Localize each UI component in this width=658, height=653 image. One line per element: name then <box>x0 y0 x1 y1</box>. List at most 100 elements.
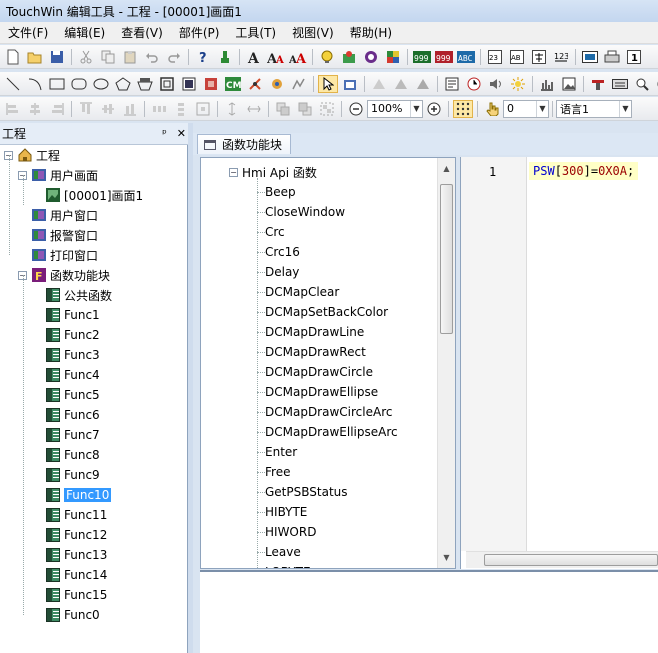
triangle-shade-icon[interactable] <box>413 75 433 93</box>
ellipse-tool-icon[interactable] <box>91 75 111 93</box>
ascii-keypad-icon[interactable]: AB <box>507 48 527 66</box>
gear-mix-icon[interactable] <box>267 75 287 93</box>
palette-icon[interactable] <box>383 48 403 66</box>
light-icon[interactable] <box>508 75 528 93</box>
part-library-icon[interactable] <box>339 48 359 66</box>
menu-item[interactable]: 部件(P) <box>171 24 228 41</box>
valve-icon[interactable] <box>588 75 608 93</box>
align-right-icon[interactable] <box>47 100 67 118</box>
cut-icon[interactable] <box>76 48 96 66</box>
tree-item[interactable]: − 用户画面 <box>18 165 98 185</box>
tab-function-block[interactable]: 函数功能块 <box>197 134 292 154</box>
api-function-item[interactable]: LOBYTE <box>265 562 311 568</box>
zoom-in-icon[interactable] <box>424 100 444 118</box>
copy-icon[interactable] <box>98 48 118 66</box>
tree-item[interactable]: Func15 <box>32 585 107 605</box>
tree-item[interactable]: [00001]画面1 <box>32 185 143 205</box>
scrollbar-thumb[interactable] <box>484 554 658 566</box>
bar-graph-icon[interactable] <box>537 75 557 93</box>
scroll-up-icon[interactable]: ▲ <box>438 160 455 177</box>
distribute-h-icon[interactable] <box>149 100 169 118</box>
new-file-icon[interactable] <box>3 48 23 66</box>
tree-item[interactable]: 公共函数 <box>32 285 112 305</box>
code-editor[interactable]: 1 PSW[300]=0X0A; <box>460 157 658 569</box>
align-middle-icon[interactable] <box>98 100 118 118</box>
chevron-down-icon[interactable]: ▼ <box>619 100 631 117</box>
distribute-v-icon[interactable] <box>171 100 191 118</box>
pointer-select-icon[interactable] <box>318 74 338 93</box>
menu-item[interactable]: 视图(V) <box>284 24 342 41</box>
clock-icon[interactable] <box>464 75 484 93</box>
collapse-toggle-icon[interactable]: − <box>229 167 238 177</box>
tree-item[interactable]: Func5 <box>32 385 100 405</box>
state-select[interactable]: 0 ▼ <box>503 99 549 118</box>
chevron-down-icon[interactable]: ▼ <box>410 100 422 117</box>
code-line[interactable]: PSW[300]=0X0A; <box>529 162 639 180</box>
bring-front-icon[interactable] <box>273 100 293 118</box>
line-tool-icon[interactable] <box>3 75 23 93</box>
panel-splitter[interactable] <box>188 123 193 653</box>
user-search-icon[interactable] <box>632 75 652 93</box>
api-function-item[interactable]: Crc16 <box>265 242 300 262</box>
api-function-item[interactable]: DCMapDrawEllipseArc <box>265 422 398 442</box>
fill-shape-tool-icon[interactable] <box>135 75 155 93</box>
font-larger-icon[interactable]: AA <box>266 48 286 66</box>
arc-tool-icon[interactable] <box>25 75 45 93</box>
number-keypad-icon[interactable]: 23 <box>485 48 505 66</box>
send-back-icon[interactable] <box>295 100 315 118</box>
tree-item[interactable]: Func4 <box>32 365 100 385</box>
api-function-item[interactable]: DCMapDrawLine <box>265 322 364 342</box>
code-hscrollbar[interactable] <box>466 551 658 568</box>
api-tree-root[interactable]: − Hmi Api 函数 <box>229 162 317 182</box>
menu-item[interactable]: 编辑(E) <box>56 24 113 41</box>
tree-item[interactable]: Func12 <box>32 525 107 545</box>
picture-icon[interactable] <box>559 75 579 93</box>
image-tool-icon[interactable] <box>201 75 221 93</box>
api-function-item[interactable]: HIWORD <box>265 522 316 542</box>
context-help-icon[interactable] <box>215 48 235 66</box>
table-tool-icon[interactable] <box>179 75 199 93</box>
keyboard-icon[interactable] <box>610 75 630 93</box>
fan-tool-icon[interactable] <box>245 75 265 93</box>
api-list-scrollbar[interactable]: ▲ ▼ <box>437 158 455 568</box>
group-icon[interactable] <box>317 100 337 118</box>
frame-tool-icon[interactable] <box>157 75 177 93</box>
record-icon[interactable] <box>361 48 381 66</box>
counter-icon[interactable]: 123 <box>551 48 571 66</box>
open-folder-icon[interactable] <box>25 48 45 66</box>
help-icon[interactable]: ? <box>193 48 213 66</box>
redo-icon[interactable] <box>164 48 184 66</box>
scroll-down-icon[interactable]: ▼ <box>438 549 455 566</box>
tree-item[interactable]: Func0 <box>32 605 100 625</box>
align-center-icon[interactable] <box>25 100 45 118</box>
target-icon[interactable] <box>654 75 658 93</box>
chinese-keypad-icon[interactable] <box>529 48 549 66</box>
api-function-item[interactable]: DCMapClear <box>265 282 339 302</box>
animation-icon[interactable] <box>289 75 309 93</box>
save-icon[interactable] <box>47 48 67 66</box>
center-page-icon[interactable] <box>193 100 213 118</box>
undo-icon[interactable] <box>142 48 162 66</box>
tree-item[interactable]: Func2 <box>32 325 100 345</box>
triangle-left-icon[interactable] <box>369 75 389 93</box>
tree-item[interactable]: 报警窗口 <box>18 225 98 245</box>
screen-settings-icon[interactable] <box>442 75 462 93</box>
api-function-item[interactable]: Delay <box>265 262 299 282</box>
align-bottom-icon[interactable] <box>120 100 140 118</box>
same-height-icon[interactable] <box>222 100 242 118</box>
zoom-out-icon[interactable] <box>346 100 366 118</box>
tree-item[interactable]: Func6 <box>32 405 100 425</box>
paste-icon[interactable] <box>120 48 140 66</box>
one-icon[interactable]: 1 <box>624 48 644 66</box>
menu-item[interactable]: 帮助(H) <box>342 24 400 41</box>
grid-toggle-icon[interactable] <box>453 99 473 118</box>
polygon-tool-icon[interactable] <box>113 75 133 93</box>
tree-item[interactable]: Func8 <box>32 445 100 465</box>
tree-item[interactable]: Func14 <box>32 565 107 585</box>
cm-tool-icon[interactable]: CM <box>223 75 243 93</box>
api-function-item[interactable]: DCMapDrawEllipse <box>265 382 378 402</box>
tree-item[interactable]: Func1 <box>32 305 100 325</box>
sound-icon[interactable] <box>486 75 506 93</box>
align-top-icon[interactable] <box>76 100 96 118</box>
api-function-item[interactable]: Enter <box>265 442 297 462</box>
